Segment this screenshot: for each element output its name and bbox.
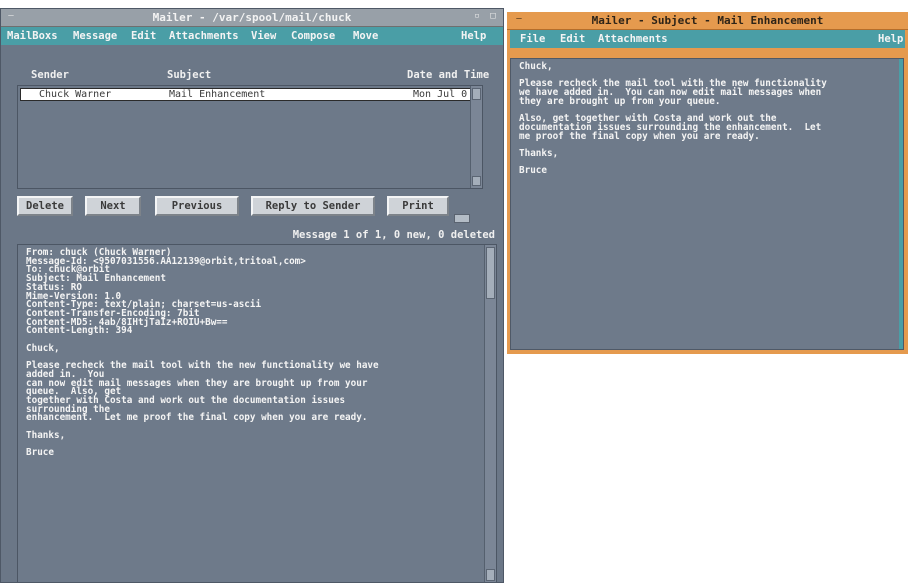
column-subject: Subject bbox=[167, 69, 212, 81]
message-list-scroll-end[interactable] bbox=[472, 176, 481, 186]
menu-file[interactable]: File bbox=[520, 33, 545, 45]
column-date: Date and Time bbox=[407, 69, 490, 81]
menu-view[interactable]: View bbox=[251, 30, 276, 42]
print-button[interactable]: Print bbox=[387, 196, 449, 216]
next-button[interactable]: Next bbox=[85, 196, 141, 216]
compose-edge bbox=[899, 59, 903, 349]
column-sender: Sender bbox=[31, 69, 69, 81]
message-list-header: Sender Subject Date and Time bbox=[9, 69, 495, 83]
menu-help[interactable]: Help bbox=[461, 30, 486, 42]
previous-button[interactable]: Previous bbox=[155, 196, 239, 216]
menu-edit[interactable]: Edit bbox=[560, 33, 585, 45]
menu-edit[interactable]: Edit bbox=[131, 30, 156, 42]
menu-attachments[interactable]: Attachments bbox=[169, 30, 239, 42]
menu-compose[interactable]: Compose bbox=[291, 30, 335, 42]
message-body: From: chuck (Chuck Warner) Message-Id: <… bbox=[26, 247, 379, 459]
list-item[interactable]: Chuck Warner Mail Enhancement Mon Jul 0 bbox=[20, 88, 480, 101]
main-window-titlebar[interactable]: — Mailer - /var/spool/mail/chuck ▫ □ bbox=[1, 9, 503, 27]
main-menubar: MailBoxs Message Edit Attachments View C… bbox=[1, 27, 503, 45]
sub-menubar: File Edit Attachments Help bbox=[510, 30, 905, 48]
sub-window-titlebar[interactable]: — Mailer - Subject - Mail Enhancement bbox=[507, 12, 908, 30]
message-list-scrollbar[interactable] bbox=[470, 86, 482, 188]
mailer-subject-window: — Mailer - Subject - Mail Enhancement Fi… bbox=[507, 12, 908, 354]
pane-sash[interactable] bbox=[454, 214, 470, 223]
list-item-date: Mon Jul 0 bbox=[413, 89, 468, 100]
compose-body[interactable]: Chuck, Please recheck the mail tool with… bbox=[510, 58, 904, 350]
message-view-scroll-thumb[interactable] bbox=[486, 247, 495, 299]
menu-move[interactable]: Move bbox=[353, 30, 378, 42]
compose-text[interactable]: Chuck, Please recheck the mail tool with… bbox=[519, 62, 895, 176]
delete-button[interactable]: Delete bbox=[17, 196, 73, 216]
list-item-subject: Mail Enhancement bbox=[169, 89, 266, 100]
message-view[interactable]: From: chuck (Chuck Warner) Message-Id: <… bbox=[17, 244, 497, 582]
message-list[interactable]: Chuck Warner Mail Enhancement Mon Jul 0 bbox=[17, 85, 483, 189]
message-view-scrollbar[interactable] bbox=[484, 245, 496, 582]
message-list-scroll-thumb[interactable] bbox=[472, 88, 481, 100]
message-status: Message 1 of 1, 0 new, 0 deleted bbox=[292, 229, 495, 241]
message-view-scroll-end[interactable] bbox=[486, 569, 495, 581]
reply-to-sender-button[interactable]: Reply to Sender bbox=[251, 196, 375, 216]
menu-attachments[interactable]: Attachments bbox=[598, 33, 668, 45]
menu-message[interactable]: Message bbox=[73, 30, 117, 42]
menu-help[interactable]: Help bbox=[878, 33, 903, 45]
list-item-sender: Chuck Warner bbox=[39, 89, 112, 100]
main-window-title: Mailer - /var/spool/mail/chuck bbox=[152, 11, 352, 24]
menu-mailboxes[interactable]: MailBoxs bbox=[7, 30, 58, 42]
sub-window-title: Mailer - Subject - Mail Enhancement bbox=[591, 14, 824, 27]
minimize-icon[interactable]: ▫ bbox=[471, 11, 483, 23]
maximize-icon[interactable]: □ bbox=[487, 11, 499, 23]
mailer-main-window: — Mailer - /var/spool/mail/chuck ▫ □ Mai… bbox=[0, 8, 504, 583]
